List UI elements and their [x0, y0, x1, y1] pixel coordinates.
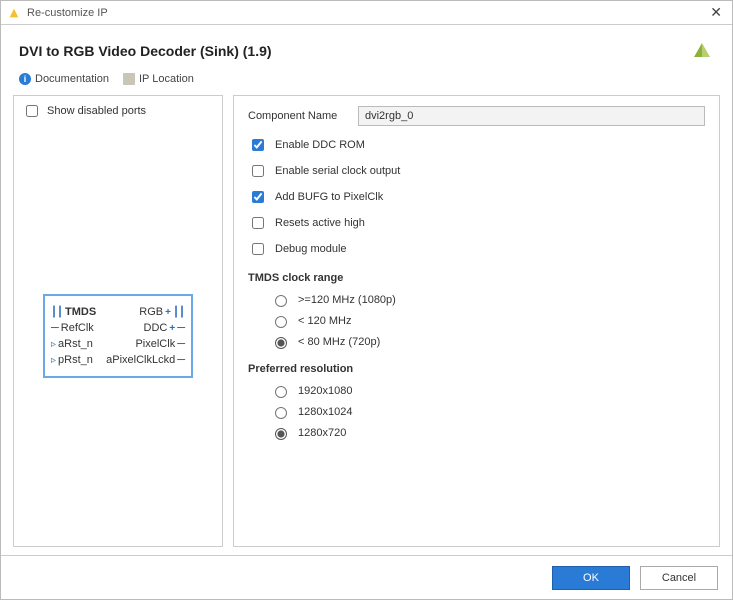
port-prst: pRst_n — [58, 354, 93, 366]
info-icon: i — [19, 73, 31, 85]
plus-icon: + — [165, 307, 171, 318]
component-name-input[interactable] — [358, 106, 705, 126]
pin-in-icon: ─ — [51, 322, 59, 334]
pin-out-icon: ─ — [177, 354, 185, 366]
enable-serial-label: Enable serial clock output — [275, 165, 400, 177]
tmds-section-title: TMDS clock range — [248, 272, 705, 284]
documentation-label: Documentation — [35, 73, 109, 85]
cancel-button[interactable]: Cancel — [640, 566, 718, 590]
block-diagram-panel: Show disabled ports ┃┃ TMDS RGB +┃┃ ─ Re… — [13, 95, 223, 547]
link-bar: i Documentation IP Location — [1, 69, 732, 95]
port-apixelclklckd: aPixelClkLckd — [106, 354, 175, 366]
show-disabled-label: Show disabled ports — [47, 105, 146, 117]
resolution-radio-0[interactable] — [275, 386, 287, 398]
resolution-option-1: 1280x1024 — [298, 406, 352, 418]
port-ddc: DDC — [144, 322, 168, 334]
resolution-radio-group: 1920x1080 1280x1024 1280x720 — [248, 383, 705, 440]
pin-in-icon: ▹ — [51, 339, 56, 350]
show-disabled-checkbox[interactable] — [26, 105, 38, 117]
port-refclk: RefClk — [61, 322, 94, 334]
block-diagram: ┃┃ TMDS RGB +┃┃ ─ RefClk DDC +─ ▹ aRst_n… — [14, 126, 222, 546]
show-disabled-row: Show disabled ports — [14, 96, 222, 126]
port-arst: aRst_n — [58, 338, 93, 350]
bus-out-icon: ┃┃ — [173, 307, 185, 318]
titlebar: Re-customize IP ✕ — [1, 1, 732, 25]
dialog: Re-customize IP ✕ DVI to RGB Video Decod… — [0, 0, 733, 600]
component-name-label: Component Name — [248, 110, 358, 122]
documentation-link[interactable]: i Documentation — [19, 73, 109, 85]
tmds-radio-2[interactable] — [275, 337, 287, 349]
ip-block: ┃┃ TMDS RGB +┃┃ ─ RefClk DDC +─ ▹ aRst_n… — [43, 294, 193, 378]
ip-title: DVI to RGB Video Decoder (Sink) (1.9) — [19, 43, 690, 59]
tmds-option-0: >=120 MHz (1080p) — [298, 294, 396, 306]
body: Show disabled ports ┃┃ TMDS RGB +┃┃ ─ Re… — [1, 95, 732, 555]
ok-button[interactable]: OK — [552, 566, 630, 590]
pin-out-icon: ─ — [177, 338, 185, 350]
port-tmds: TMDS — [65, 306, 96, 318]
resolution-radio-1[interactable] — [275, 407, 287, 419]
header: DVI to RGB Video Decoder (Sink) (1.9) — [1, 25, 732, 69]
pin-out-icon: ─ — [177, 322, 185, 334]
resolution-option-0: 1920x1080 — [298, 385, 352, 397]
enable-ddc-label: Enable DDC ROM — [275, 139, 365, 151]
app-icon — [7, 6, 21, 20]
footer: OK Cancel — [1, 555, 732, 599]
window-title: Re-customize IP — [27, 7, 706, 19]
tmds-radio-group: >=120 MHz (1080p) < 120 MHz < 80 MHz (72… — [248, 292, 705, 349]
resets-high-label: Resets active high — [275, 217, 365, 229]
resets-high-checkbox[interactable] — [252, 217, 264, 229]
resolution-section-title: Preferred resolution — [248, 363, 705, 375]
add-bufg-checkbox[interactable] — [252, 191, 264, 203]
vendor-logo-icon — [690, 39, 714, 63]
enable-serial-checkbox[interactable] — [252, 165, 264, 177]
ip-location-link[interactable]: IP Location — [123, 73, 194, 85]
pin-in-icon: ▹ — [51, 355, 56, 366]
debug-checkbox[interactable] — [252, 243, 264, 255]
component-name-row: Component Name — [248, 106, 705, 126]
tmds-option-2: < 80 MHz (720p) — [298, 336, 380, 348]
tmds-radio-0[interactable] — [275, 295, 287, 307]
debug-label: Debug module — [275, 243, 347, 255]
enable-ddc-checkbox[interactable] — [252, 139, 264, 151]
ip-location-label: IP Location — [139, 73, 194, 85]
close-icon[interactable]: ✕ — [706, 4, 726, 21]
tmds-option-1: < 120 MHz — [298, 315, 352, 327]
config-panel: Component Name Enable DDC ROM Enable ser… — [233, 95, 720, 547]
port-pixelclk: PixelClk — [135, 338, 175, 350]
folder-icon — [123, 73, 135, 85]
port-rgb: RGB — [139, 306, 163, 318]
resolution-radio-2[interactable] — [275, 428, 287, 440]
resolution-option-2: 1280x720 — [298, 427, 346, 439]
tmds-radio-1[interactable] — [275, 316, 287, 328]
plus-icon: + — [169, 323, 175, 334]
bus-in-icon: ┃┃ — [51, 307, 63, 318]
add-bufg-label: Add BUFG to PixelClk — [275, 191, 383, 203]
